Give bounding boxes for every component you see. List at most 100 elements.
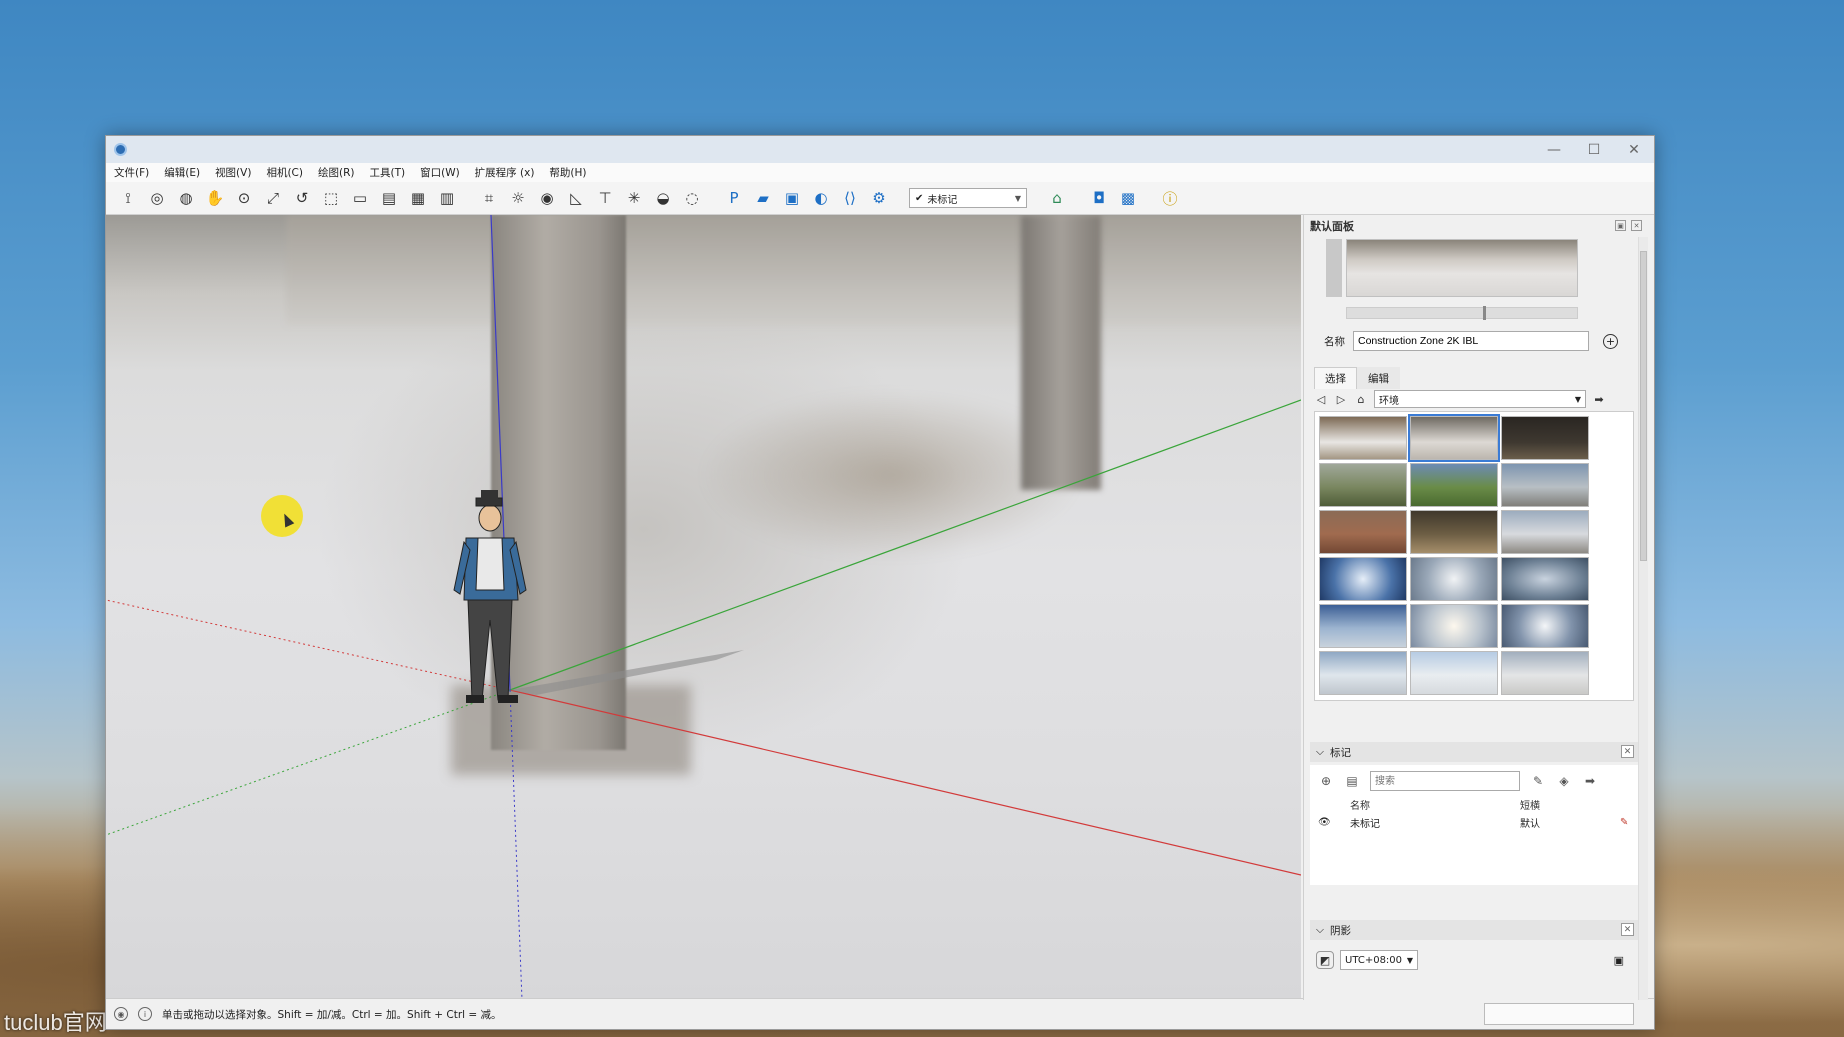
environment-thumbnail[interactable] [1410, 557, 1498, 601]
tab-select[interactable]: 选择 [1314, 367, 1357, 389]
menu-window[interactable]: 窗口(W) [420, 165, 460, 180]
environment-thumbnail[interactable] [1319, 651, 1407, 695]
right-view-icon[interactable]: ▦ [406, 186, 430, 210]
menu-edit[interactable]: 编辑(E) [164, 165, 200, 180]
shadows-close-icon[interactable]: ✕ [1621, 923, 1634, 936]
tray-close-icon[interactable]: ✕ [1631, 220, 1642, 231]
tag-tool-icon[interactable]: ✎ [1530, 773, 1546, 789]
camera-icon[interactable]: ◘ [1087, 186, 1111, 210]
light-icon[interactable]: ☼ [506, 186, 530, 210]
tags-close-icon[interactable]: ✕ [1621, 745, 1634, 758]
environment-thumbnail[interactable] [1501, 416, 1589, 460]
orbit-tool-icon[interactable]: ◍ [174, 186, 198, 210]
environment-thumbnail[interactable] [1501, 510, 1589, 554]
tag-search-input[interactable] [1370, 771, 1520, 791]
timezone-dropdown[interactable]: UTC+08:00 ▼ [1340, 950, 1418, 970]
sphere-icon[interactable]: ◉ [535, 186, 559, 210]
app-logo-icon [114, 143, 127, 156]
open-folder-icon[interactable]: ▰ [751, 186, 775, 210]
environment-thumbnail[interactable] [1319, 510, 1407, 554]
protractor-icon[interactable]: ◺ [564, 186, 588, 210]
environment-thumbnail[interactable] [1319, 463, 1407, 507]
environment-sphere-icon[interactable]: ◐ [809, 186, 833, 210]
eye-icon[interactable]: 👁 [1318, 817, 1350, 828]
back-arrow-icon[interactable]: ◁ [1314, 392, 1328, 406]
3d-viewport[interactable] [106, 215, 1301, 1000]
zoom-extents-icon[interactable]: ⤢ [261, 186, 285, 210]
home-icon[interactable]: ⌂ [1354, 392, 1368, 406]
shadow-toggle-icon[interactable]: ◩ [1316, 951, 1334, 969]
menu-camera[interactable]: 相机(C) [266, 165, 303, 180]
tags-details-icon[interactable]: ➡ [1582, 773, 1598, 789]
tag-dropdown[interactable]: ✔ 未标记 ▼ [909, 188, 1027, 208]
settings-gear-icon[interactable]: ⚙ [867, 186, 891, 210]
material-icon[interactable]: ◌ [680, 186, 704, 210]
pbr-icon[interactable]: P [722, 186, 746, 210]
environment-thumbnail[interactable] [1410, 463, 1498, 507]
code-icon[interactable]: ⟨⟩ [838, 186, 862, 210]
title-bar[interactable]: — ☐ ✕ [106, 136, 1654, 163]
extension-warehouse-icon[interactable]: ⌂ [1045, 186, 1069, 210]
environment-thumbnail[interactable] [1501, 557, 1589, 601]
menu-extensions[interactable]: 扩展程序 (x) [475, 165, 535, 180]
add-environment-icon[interactable]: + [1603, 333, 1618, 349]
color-by-tag-icon[interactable]: ◈ [1556, 773, 1572, 789]
sun-icon[interactable]: ✳ [622, 186, 646, 210]
details-arrow-icon[interactable]: ➡ [1592, 392, 1606, 406]
col-name[interactable]: 名称 [1350, 797, 1520, 812]
paint-tool-icon[interactable]: ◎ [145, 186, 169, 210]
ai-icon[interactable]: ▩ [1116, 186, 1140, 210]
status-bar: ◉ i 单击或拖动以选择对象。Shift = 加/减。Ctrl = 加。Shif… [106, 998, 1654, 1029]
menu-file[interactable]: 文件(F) [114, 165, 149, 180]
maximize-icon[interactable]: ☐ [1574, 136, 1614, 163]
environment-thumbnail[interactable] [1410, 651, 1498, 695]
menu-view[interactable]: 视图(V) [215, 165, 251, 180]
minimize-icon[interactable]: — [1534, 136, 1574, 163]
environment-thumbnail[interactable] [1501, 463, 1589, 507]
tray-scrollbar[interactable] [1638, 237, 1648, 1000]
previous-view-icon[interactable]: ↺ [290, 186, 314, 210]
pencil-icon[interactable]: ✎ [1620, 817, 1628, 828]
spot-light-icon[interactable]: ⊤ [593, 186, 617, 210]
info-icon[interactable]: ⓘ [1158, 186, 1182, 210]
zoom-tool-icon[interactable]: ⊙ [232, 186, 256, 210]
environment-thumbnail[interactable] [1319, 557, 1407, 601]
environment-thumbnail[interactable] [1501, 604, 1589, 648]
section-plane-icon[interactable]: ⌗ [477, 186, 501, 210]
chevron-down-icon: ▼ [1406, 955, 1413, 965]
close-icon[interactable]: ✕ [1614, 136, 1654, 163]
environment-thumbnail[interactable] [1410, 510, 1498, 554]
add-tag-folder-icon[interactable]: ▤ [1344, 773, 1360, 789]
environment-thumbnail[interactable] [1410, 604, 1498, 648]
environment-thumbnail[interactable] [1501, 651, 1589, 695]
environment-preview [1346, 239, 1578, 297]
shadow-settings-icon[interactable]: ▣ [1614, 954, 1624, 967]
add-tag-icon[interactable]: ⊕ [1318, 773, 1334, 789]
instructor-icon[interactable]: i [138, 1007, 152, 1021]
menu-help[interactable]: 帮助(H) [549, 165, 586, 180]
environment-thumbnail[interactable] [1319, 416, 1407, 460]
iso-view-icon[interactable]: ⬚ [319, 186, 343, 210]
shadows-section-header[interactable]: ⌵ 阴影 ✕ [1310, 920, 1638, 940]
top-view-icon[interactable]: ▭ [348, 186, 372, 210]
tab-edit[interactable]: 编辑 [1357, 367, 1400, 389]
select-tool-icon[interactable]: ⟟ [116, 186, 140, 210]
library-dropdown[interactable]: 环境 ▼ [1374, 390, 1586, 408]
table-row[interactable]: 👁 未标记 默认 ✎ [1310, 812, 1638, 833]
tags-section-header[interactable]: ⌵ 标记 ✕ [1310, 742, 1638, 762]
geolocation-icon[interactable]: ◉ [114, 1007, 128, 1021]
dome-icon[interactable]: ◒ [651, 186, 675, 210]
measurements-box[interactable] [1484, 1003, 1634, 1025]
front-view-icon[interactable]: ▤ [377, 186, 401, 210]
environment-name-input[interactable] [1353, 331, 1589, 351]
menu-tools[interactable]: 工具(T) [369, 165, 405, 180]
back-view-icon[interactable]: ▥ [435, 186, 459, 210]
exposure-slider[interactable] [1346, 306, 1578, 320]
menu-draw[interactable]: 绘图(R) [318, 165, 355, 180]
environment-thumbnail-selected[interactable] [1408, 414, 1500, 462]
render-window-icon[interactable]: ▣ [780, 186, 804, 210]
pin-icon[interactable]: ▣ [1615, 220, 1626, 231]
forward-arrow-icon[interactable]: ▷ [1334, 392, 1348, 406]
environment-thumbnail[interactable] [1319, 604, 1407, 648]
pan-tool-icon[interactable]: ✋ [203, 186, 227, 210]
